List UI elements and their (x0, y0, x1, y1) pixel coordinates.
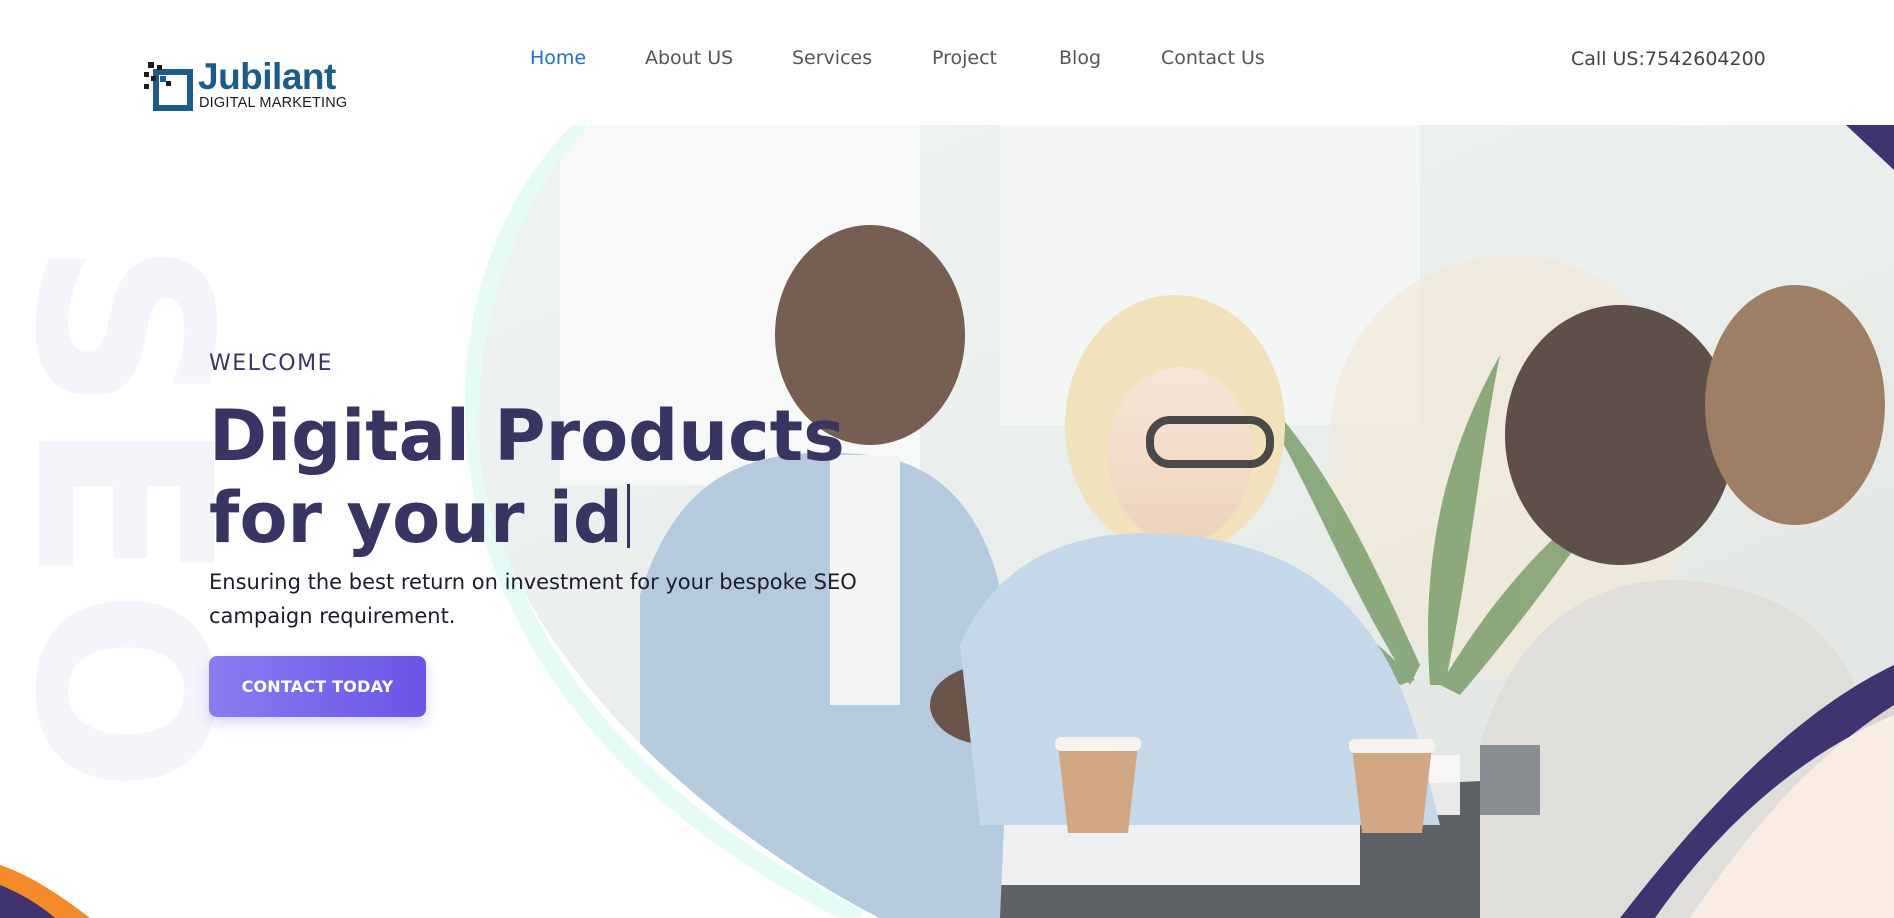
brand-tagline: DIGITAL MARKETING (199, 95, 348, 111)
brand-logo[interactable]: Jubilant DIGITAL MARKETING (142, 56, 362, 114)
headline-line-2: for your id (209, 477, 623, 559)
typing-cursor (626, 484, 630, 548)
hero-headline: Digital Products for your id (209, 395, 845, 559)
contact-today-button[interactable]: CONTACT TODAY (209, 656, 426, 717)
nav-home[interactable]: Home (530, 47, 586, 69)
logo-mark-icon (144, 62, 193, 111)
nav-project[interactable]: Project (932, 47, 997, 69)
brand-name: Jubilant (198, 56, 336, 97)
hero-subtext: Ensuring the best return on investment f… (209, 570, 857, 628)
call-phone-link[interactable]: Call US:7542604200 (1571, 48, 1766, 70)
hero-section: SEO WELCOME Digital Products for your id… (0, 125, 1894, 918)
site-header: Jubilant DIGITAL MARKETING Home About US… (0, 0, 1894, 125)
nav-contact-us[interactable]: Contact Us (1161, 47, 1265, 69)
nav-about-us[interactable]: About US (645, 47, 733, 69)
nav-services[interactable]: Services (792, 47, 872, 69)
headline-line-1: Digital Products (209, 395, 845, 477)
nav-blog[interactable]: Blog (1059, 47, 1101, 69)
hero-welcome: WELCOME (209, 351, 333, 376)
